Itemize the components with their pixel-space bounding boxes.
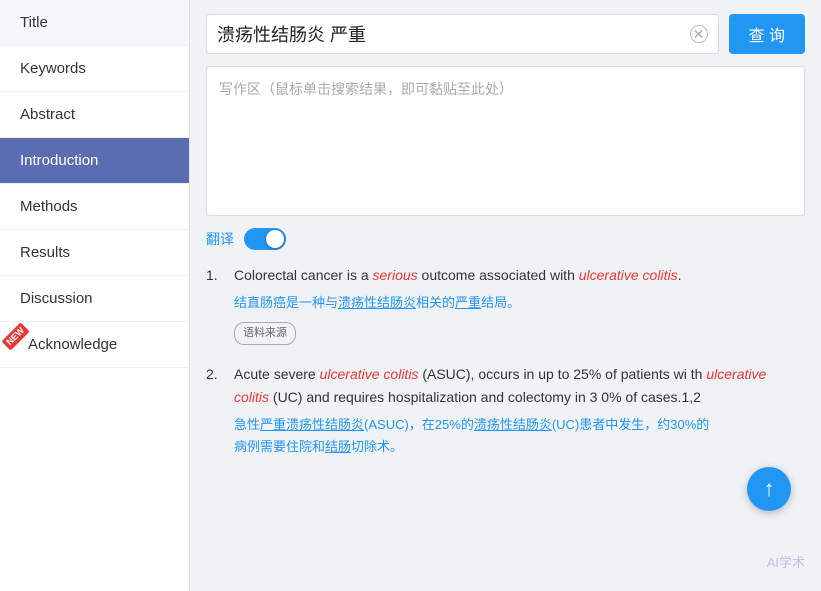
result-item-2: 2. Acute severe ulcerative colitis (ASUC… [206,363,805,465]
cn-underline-4: 溃疡性结肠炎 [474,417,552,432]
result-content-2: Acute severe ulcerative colitis (ASUC), … [234,363,805,465]
sidebar-item-abstract[interactable]: Abstract [0,92,189,138]
sidebar-item-label: Acknowledge [28,336,117,353]
italic-uc-1: ulcerative colitis [579,267,678,283]
sidebar-item-methods[interactable]: Methods [0,184,189,230]
sidebar-item-label: Introduction [20,152,98,169]
search-button[interactable]: 查 询 [729,14,805,54]
sidebar-item-keywords[interactable]: Keywords [0,46,189,92]
result-item-1: 1. Colorectal cancer is a serious outcom… [206,264,805,345]
sidebar-item-label: Title [20,14,48,31]
sidebar-item-title[interactable]: Title [0,0,189,46]
result-cn-2[interactable]: 急性严重溃疡性结肠炎(ASUC)，在25%的溃疡性结肠炎(UC)患者中发生，约3… [234,414,805,458]
italic-uc-2: ulcerative colitis [320,366,419,382]
new-badge: NEW [1,322,29,350]
sidebar-item-introduction[interactable]: Introduction [0,138,189,184]
cn-underline-3: 严重溃疡性结肠炎 [260,417,364,432]
result-en-2[interactable]: Acute severe ulcerative colitis (ASUC), … [234,363,805,411]
cn-underline-5: 结肠 [325,439,351,454]
sidebar-item-label: Results [20,244,70,261]
result-en-1[interactable]: Colorectal cancer is a serious outcome a… [234,264,805,288]
cn-underline-1: 溃疡性结肠炎 [338,295,416,310]
search-query-text: 溃疡性结肠炎 严重 [217,21,682,47]
italic-uc-3: ulcerative colitis [234,366,766,406]
source-tag-1[interactable]: 语料来源 [234,322,296,345]
writing-placeholder: 写作区（鼠标单击搜索结果，即可黏贴至此处） [219,81,513,97]
writing-area[interactable]: 写作区（鼠标单击搜索结果，即可黏贴至此处） [206,66,805,216]
sidebar-item-label: Discussion [20,290,93,307]
sidebar-item-label: Methods [20,198,78,215]
scroll-up-button[interactable]: ↑ [747,467,791,511]
clear-icon[interactable]: ✕ [690,25,708,43]
sidebar: Title Keywords Abstract Introduction Met… [0,0,190,591]
main-content: 溃疡性结肠炎 严重 ✕ 查 询 写作区（鼠标单击搜索结果，即可黏贴至此处） 翻译… [190,0,821,591]
result-num-2: 2. [206,363,226,465]
translate-toggle[interactable] [244,228,286,250]
toggle-knob [266,230,284,248]
cn-underline-2: 严重 [455,295,481,310]
search-bar: 溃疡性结肠炎 严重 ✕ 查 询 [206,14,805,54]
sidebar-item-results[interactable]: Results [0,230,189,276]
sidebar-item-label: Keywords [20,60,86,77]
results-list: 1. Colorectal cancer is a serious outcom… [206,264,805,464]
translate-row: 翻译 [206,228,805,250]
result-num-1: 1. [206,264,226,345]
scroll-up-icon: ↑ [764,478,775,500]
sidebar-item-label: Abstract [20,106,75,123]
translate-label: 翻译 [206,229,234,249]
sidebar-item-discussion[interactable]: Discussion [0,276,189,322]
italic-serious: serious [373,267,418,283]
watermark: AI学术 [767,552,805,571]
result-cn-1[interactable]: 结直肠癌是一种与溃疡性结肠炎相关的严重结局。 [234,292,805,314]
sidebar-item-acknowledge[interactable]: NEW Acknowledge [0,322,189,368]
result-content-1: Colorectal cancer is a serious outcome a… [234,264,805,345]
search-input-wrap[interactable]: 溃疡性结肠炎 严重 ✕ [206,14,719,54]
